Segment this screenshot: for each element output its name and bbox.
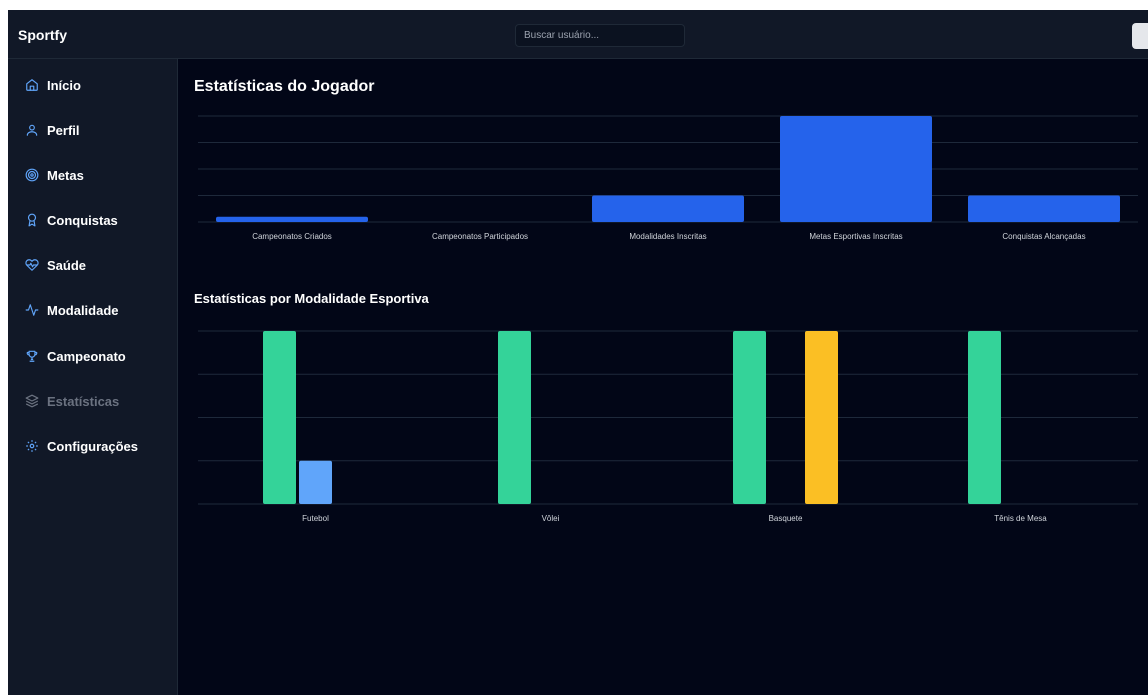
app-window: Sportfy Início Perfil Metas Conq [8,10,1148,695]
sidebar-item-configuracoes[interactable]: Configurações [8,431,178,461]
sidebar-item-conquistas[interactable]: Conquistas [8,205,178,235]
x-tick-label: Basquete [769,514,803,523]
layers-icon [25,394,39,408]
bar [805,331,838,504]
bar [299,460,332,504]
settings-icon [25,439,39,453]
sidebar-item-label: Estatísticas [47,394,120,409]
user-menu-button[interactable] [1132,23,1148,49]
sidebar-item-label: Perfil [47,123,80,138]
search-input[interactable] [515,24,685,47]
x-tick-label: Futebol [302,514,329,523]
sidebar-item-perfil[interactable]: Perfil [8,115,178,145]
sidebar: Início Perfil Metas Conquistas Saúde Mod… [8,59,178,695]
home-icon [25,78,39,92]
sidebar-item-estatisticas[interactable]: Estatísticas [8,386,178,416]
sidebar-item-metas[interactable]: Metas [8,160,178,190]
sidebar-item-label: Saúde [47,258,87,273]
x-tick-label: Tênis de Mesa [994,514,1047,523]
sidebar-item-label: Campeonato [47,349,126,364]
sidebar-item-label: Modalidade [47,303,119,318]
top-bar: Sportfy [8,10,1148,59]
sidebar-item-saude[interactable]: Saúde [8,250,178,280]
activity-icon [25,303,39,317]
sidebar-item-label: Início [47,78,81,93]
award-icon [25,213,39,227]
main-content: Estatísticas do Jogador Estatísticas por… [178,59,1148,695]
sidebar-item-label: Metas [47,168,84,183]
sidebar-item-label: Conquistas [47,213,118,228]
sidebar-item-inicio[interactable]: Início [8,70,178,100]
bar [733,331,766,504]
heart-pulse-icon [25,258,39,272]
trophy-icon [25,349,39,363]
sidebar-item-modalidade[interactable]: Modalidade [8,295,178,325]
bar [968,331,1001,504]
user-icon [25,123,39,137]
x-tick-label: Vôlei [542,514,560,523]
bar [263,331,296,504]
brand-logo[interactable]: Sportfy [18,27,67,43]
target-icon [25,168,39,182]
bar [498,331,531,504]
sidebar-item-label: Configurações [47,439,139,454]
modality-stats-chart: Futebol Vôlei Basquete Tênis de Mesa [198,330,1138,523]
sidebar-item-campeonato[interactable]: Campeonato [8,341,178,371]
